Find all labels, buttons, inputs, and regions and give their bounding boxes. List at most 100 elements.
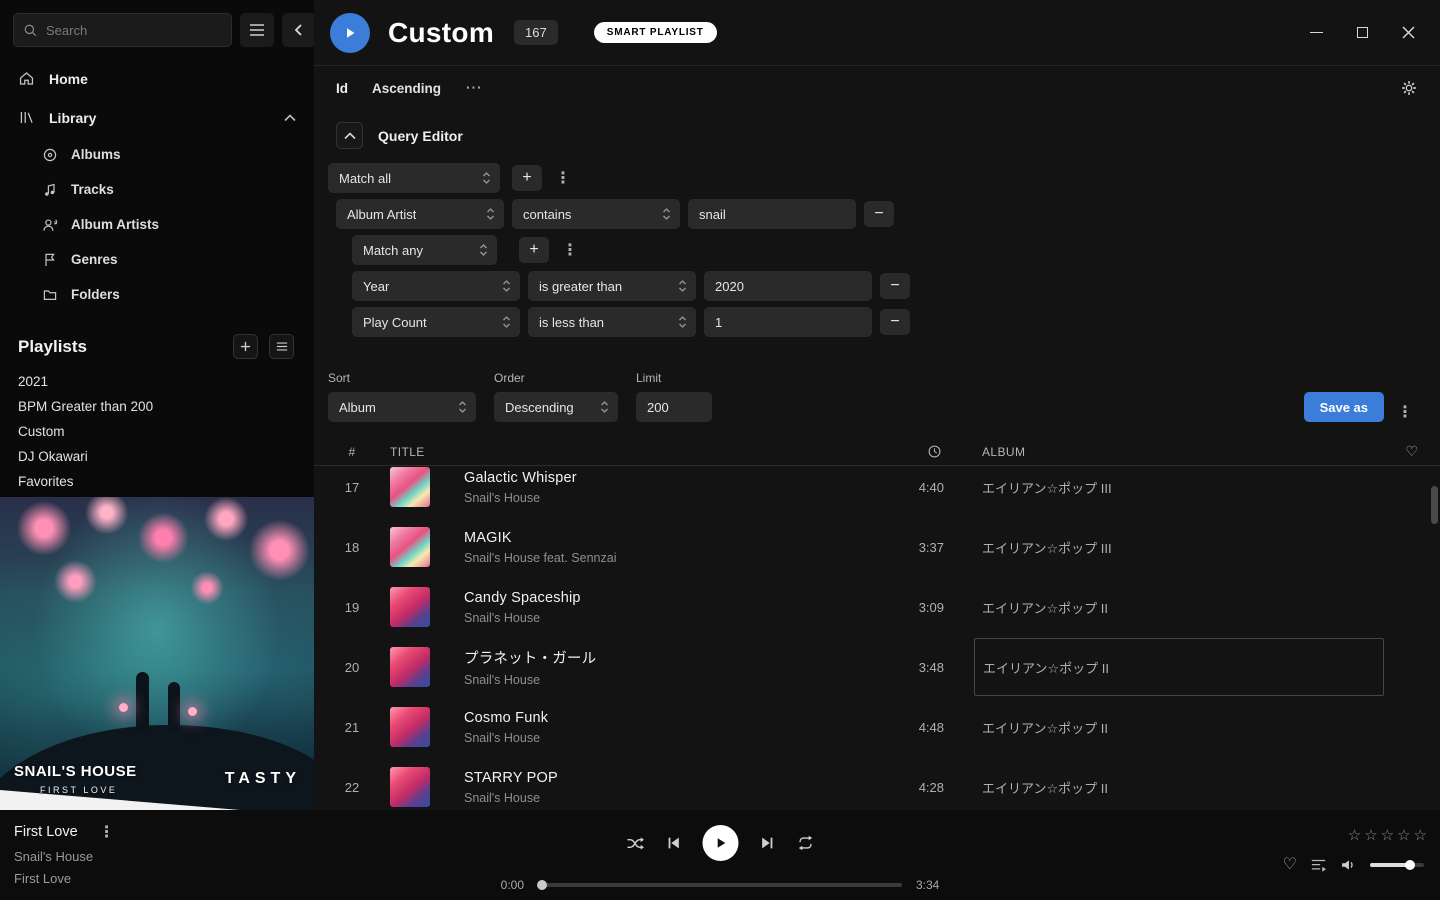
page-title: Custom: [388, 17, 494, 49]
playlist-item-2021[interactable]: 2021: [0, 369, 314, 394]
sort-field-button[interactable]: Id: [336, 81, 348, 96]
maximize-icon: [1357, 27, 1368, 38]
now-playing-artwork[interactable]: SNAIL'S HOUSE FIRST LOVE TASTY: [0, 497, 314, 810]
playback-controls: [626, 825, 815, 861]
rule-value-input[interactable]: [704, 271, 872, 301]
query-editor-title: Query Editor: [378, 128, 463, 144]
playlist-item-custom[interactable]: Custom: [0, 419, 314, 444]
now-playing-menu-icon[interactable]: ⋮: [94, 822, 120, 842]
sidebar-item-albums[interactable]: Albums: [0, 137, 314, 172]
maximize-button[interactable]: [1354, 25, 1370, 41]
column-header-title[interactable]: TITLE: [390, 445, 864, 459]
track-row[interactable]: 22 STARRY POP Snail's House 4:28 エイリアン☆ポ…: [314, 757, 1440, 810]
track-table-header: # TITLE ALBUM ♡: [314, 438, 1440, 466]
queue-icon[interactable]: [1310, 858, 1327, 873]
next-button[interactable]: [760, 835, 776, 851]
column-header-album[interactable]: ALBUM: [974, 445, 1384, 459]
rule-operator-select[interactable]: is greater than: [528, 271, 696, 301]
artwork-lantern: [188, 707, 197, 716]
order-value: Descending: [505, 400, 574, 415]
sidebar-item-home[interactable]: Home: [0, 59, 314, 98]
rule-value-input[interactable]: [688, 199, 856, 229]
chevron-up-icon[interactable]: [284, 114, 296, 122]
column-header-number[interactable]: #: [314, 445, 390, 459]
volume-slider[interactable]: [1370, 863, 1424, 867]
sort-select[interactable]: Album: [328, 392, 476, 422]
sidebar-item-genres[interactable]: Genres: [0, 242, 314, 277]
play-pause-button[interactable]: [703, 825, 739, 861]
repeat-button[interactable]: [797, 834, 815, 852]
rule-operator-value: is less than: [539, 315, 604, 330]
remove-rule-button[interactable]: −: [880, 309, 910, 335]
volume-icon[interactable]: [1340, 857, 1357, 873]
track-title: Cosmo Funk: [464, 710, 864, 726]
playlist-item-bpm-greater-than-200[interactable]: BPM Greater than 200: [0, 394, 314, 419]
play-playlist-button[interactable]: [330, 13, 370, 53]
group-menu-icon[interactable]: ⋮: [557, 240, 583, 260]
rule-field-select[interactable]: Play Count: [352, 307, 520, 337]
rule-field-value: Play Count: [363, 315, 427, 330]
track-row[interactable]: 20 プラネット・ガール Snail's House 3:48 エイリアン☆ポッ…: [314, 637, 1440, 697]
star-icon[interactable]: ☆: [1414, 828, 1427, 843]
artwork-watermark-text: TASTY: [225, 770, 301, 788]
playlist-item-dj-okawari[interactable]: DJ Okawari: [0, 444, 314, 469]
save-menu-icon[interactable]: ⋮: [1392, 402, 1418, 422]
track-row[interactable]: 17 Galactic Whisper Snail's House 4:40 エ…: [314, 457, 1440, 517]
shuffle-button[interactable]: [626, 835, 645, 852]
group-menu-icon[interactable]: ⋮: [550, 168, 576, 188]
track-row[interactable]: 18 MAGIK Snail's House feat. Sennzai 3:3…: [314, 517, 1440, 577]
sidebar-item-library[interactable]: Library: [0, 98, 314, 137]
rule-value-input[interactable]: [704, 307, 872, 337]
column-header-favorite[interactable]: ♡: [1406, 443, 1419, 460]
sort-order-button[interactable]: Ascending: [372, 81, 441, 96]
search-input[interactable]: [46, 23, 222, 38]
star-icon[interactable]: ☆: [1397, 828, 1410, 843]
sidebar-item-album-artists[interactable]: Album Artists: [0, 207, 314, 242]
star-icon[interactable]: ☆: [1348, 828, 1361, 843]
volume-handle[interactable]: [1405, 860, 1415, 870]
track-title-cell: Galactic Whisper Snail's House: [452, 470, 864, 505]
match-type-select[interactable]: Match any: [352, 235, 497, 265]
collapse-query-editor-button[interactable]: [336, 122, 363, 149]
minimize-button[interactable]: [1308, 25, 1324, 41]
playlist-item-favorites[interactable]: Favorites: [0, 469, 314, 494]
track-row[interactable]: 19 Candy Spaceship Snail's House 3:09 エイ…: [314, 577, 1440, 637]
app-window: Home Library Albums Tracks Album Artists…: [0, 0, 1440, 900]
add-rule-button[interactable]: +: [512, 165, 542, 191]
star-icon[interactable]: ☆: [1381, 828, 1394, 843]
favorite-button[interactable]: ♡: [1283, 857, 1297, 873]
progress-handle[interactable]: [537, 880, 547, 890]
match-type-value: Match all: [339, 171, 391, 186]
add-rule-button[interactable]: +: [519, 237, 549, 263]
remove-rule-button[interactable]: −: [864, 201, 894, 227]
limit-input[interactable]: [636, 392, 712, 422]
track-title: Candy Spaceship: [464, 590, 864, 606]
save-as-button[interactable]: Save as: [1304, 392, 1384, 422]
order-select[interactable]: Descending: [494, 392, 618, 422]
previous-button[interactable]: [666, 835, 682, 851]
rule-field-select[interactable]: Year: [352, 271, 520, 301]
more-options-icon[interactable]: ⋯: [465, 83, 482, 93]
back-button[interactable]: [282, 13, 314, 47]
menu-button[interactable]: [240, 13, 274, 47]
sidebar-item-tracks[interactable]: Tracks: [0, 172, 314, 207]
rule-operator-select[interactable]: contains: [512, 199, 680, 229]
rule-field-select[interactable]: Album Artist: [336, 199, 504, 229]
list-icon: [276, 341, 288, 352]
remove-rule-button[interactable]: −: [880, 273, 910, 299]
now-playing-title: First Love: [14, 824, 78, 840]
gear-icon[interactable]: [1400, 79, 1418, 97]
track-row[interactable]: 21 Cosmo Funk Snail's House 4:48 エイリアン☆ポ…: [314, 697, 1440, 757]
add-playlist-button[interactable]: [233, 334, 258, 359]
track-artwork: [390, 587, 430, 627]
track-number: 17: [314, 480, 390, 495]
sort-label: Sort: [328, 371, 476, 385]
match-type-select[interactable]: Match all: [328, 163, 500, 193]
progress-bar[interactable]: [538, 883, 902, 887]
close-button[interactable]: [1400, 25, 1416, 41]
column-header-duration[interactable]: [927, 444, 944, 459]
star-icon[interactable]: ☆: [1364, 828, 1377, 843]
playlist-list-button[interactable]: [269, 334, 294, 359]
rule-operator-select[interactable]: is less than: [528, 307, 696, 337]
sidebar-item-folders[interactable]: Folders: [0, 277, 314, 312]
